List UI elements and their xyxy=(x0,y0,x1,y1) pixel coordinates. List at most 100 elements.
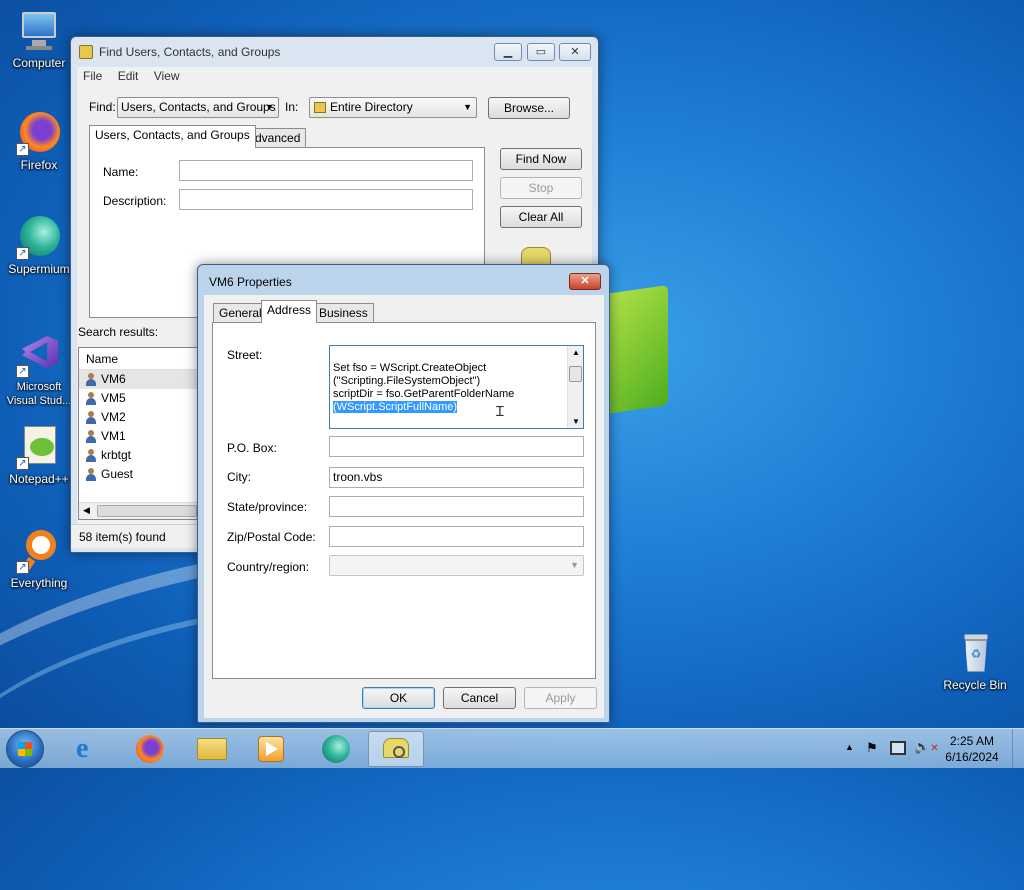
computer-icon xyxy=(16,8,62,54)
find-now-button[interactable]: Find Now xyxy=(500,148,582,170)
taskbar-supermium[interactable] xyxy=(308,731,364,767)
desktop-icon-recycle-bin[interactable]: ♻ Recycle Bin xyxy=(940,630,1010,692)
desktop-icon-everything[interactable]: ↗ Everything xyxy=(4,528,74,590)
clear-all-button[interactable]: Clear All xyxy=(500,206,582,228)
desktop-icon-firefox[interactable]: ↗ Firefox xyxy=(4,110,74,172)
desktop-icon-label: Computer xyxy=(12,56,66,70)
magnifier-icon xyxy=(393,746,405,758)
result-name: VM2 xyxy=(101,410,126,424)
scroll-down-icon[interactable]: ▼ xyxy=(572,417,580,426)
name-field[interactable] xyxy=(179,160,473,181)
country-combo[interactable]: ▼ xyxy=(329,555,584,576)
desktop-icon-visual-studio[interactable]: ↗ Microsoft Visual Stud... xyxy=(2,332,76,408)
zip-field[interactable] xyxy=(329,526,584,547)
scroll-left-icon[interactable]: ◀ xyxy=(83,505,90,516)
shortcut-arrow-icon: ↗ xyxy=(16,561,29,574)
find-window-menubar: File Edit View xyxy=(77,67,592,87)
folder-icon xyxy=(197,738,227,760)
clock-date: 6/16/2024 xyxy=(945,750,999,764)
user-icon xyxy=(85,373,96,386)
table-row[interactable]: Guest xyxy=(79,465,197,484)
volume-muted-icon[interactable]: 🔈✕ xyxy=(914,739,939,755)
cancel-button[interactable]: Cancel xyxy=(443,687,516,709)
in-label: In: xyxy=(285,100,299,114)
show-hidden-icons-icon[interactable]: ▲ xyxy=(845,742,854,752)
menu-edit[interactable]: Edit xyxy=(112,67,145,85)
desktop-icon-supermium[interactable]: ↗ Supermium xyxy=(4,214,74,276)
desktop-icon-computer[interactable]: Computer xyxy=(4,8,74,70)
tab-address[interactable]: Address xyxy=(261,300,318,323)
scrollbar-thumb[interactable] xyxy=(569,366,582,382)
taskbar-media-player[interactable] xyxy=(244,731,300,767)
desktop-icon-label: Firefox xyxy=(20,158,58,172)
find-type-combo[interactable]: Users, Contacts, and Groups ▼ xyxy=(117,97,279,118)
street-selected-text: (WScript.ScriptFullName) xyxy=(333,401,458,413)
horizontal-scrollbar[interactable]: ◀ xyxy=(79,502,197,519)
table-row[interactable]: VM5 xyxy=(79,389,197,408)
pobox-field[interactable] xyxy=(329,436,584,457)
shortcut-arrow-icon: ↗ xyxy=(16,457,29,470)
taskbar-firefox[interactable] xyxy=(122,731,178,767)
table-row[interactable]: VM1 xyxy=(79,427,197,446)
table-row[interactable]: VM2 xyxy=(79,408,197,427)
scroll-up-icon[interactable]: ▲ xyxy=(572,348,580,357)
visual-studio-icon: ↗ xyxy=(16,332,62,378)
street-textarea[interactable]: Set fso = WScript.CreateObject ("Scripti… xyxy=(329,345,584,429)
maximize-button[interactable]: ▭ xyxy=(527,43,555,61)
desktop-icon-label: Supermium xyxy=(8,262,70,276)
city-field[interactable]: troon.vbs xyxy=(329,467,584,488)
street-line: scriptDir = fso.GetParentFolderName xyxy=(333,388,515,400)
stop-button[interactable]: Stop xyxy=(500,177,582,199)
vertical-scrollbar[interactable]: ▲ ▼ xyxy=(567,346,583,428)
state-field[interactable] xyxy=(329,496,584,517)
start-button[interactable] xyxy=(6,730,44,768)
state-label: State/province: xyxy=(227,500,308,514)
menu-view[interactable]: View xyxy=(148,67,186,85)
taskbar: e ▲ ⚑ 🔈✕ 2:25 AM 6/16/2024 xyxy=(0,728,1024,769)
text-cursor-icon: Ɪ xyxy=(496,403,504,419)
close-button[interactable]: ✕ xyxy=(569,273,601,290)
close-button[interactable]: ✕ xyxy=(559,43,591,61)
result-name: VM6 xyxy=(101,372,126,386)
in-location-combo[interactable]: Entire Directory ▼ xyxy=(309,97,477,118)
supermium-icon xyxy=(322,735,350,763)
tab-business[interactable]: Business xyxy=(313,303,374,323)
desktop-icon-label: Recycle Bin xyxy=(943,678,1007,692)
desktop-icon-label: Microsoft Visual Stud... xyxy=(6,381,72,407)
taskbar-find-users[interactable] xyxy=(368,731,424,767)
shortcut-arrow-icon: ↗ xyxy=(16,143,29,156)
search-animation-icon xyxy=(521,247,551,265)
network-icon[interactable] xyxy=(890,741,906,755)
menu-file[interactable]: File xyxy=(77,67,108,85)
action-center-flag-icon[interactable]: ⚑ xyxy=(866,740,878,756)
find-window-titlebar[interactable]: Find Users, Contacts, and Groups ▁ ▭ ✕ xyxy=(71,37,598,67)
street-label: Street: xyxy=(227,348,263,362)
show-desktop-button[interactable] xyxy=(1012,729,1024,769)
ok-button[interactable]: OK xyxy=(362,687,435,709)
description-field[interactable] xyxy=(179,189,473,210)
table-row[interactable]: krbtgt xyxy=(79,446,197,465)
taskbar-file-explorer[interactable] xyxy=(184,731,240,767)
user-icon xyxy=(85,449,96,462)
properties-titlebar[interactable]: VM6 Properties ✕ xyxy=(198,265,609,295)
clock[interactable]: 2:25 AM 6/16/2024 xyxy=(938,733,1006,765)
street-line: ("Scripting.FileSystemObject") xyxy=(333,375,481,387)
properties-title: VM6 Properties xyxy=(209,275,292,289)
tab-general[interactable]: General xyxy=(213,303,268,323)
tab-users-contacts-groups[interactable]: Users, Contacts, and Groups xyxy=(89,125,256,148)
result-name: krbtgt xyxy=(101,448,132,462)
table-row[interactable]: VM6 xyxy=(79,370,197,389)
browse-button[interactable]: Browse... xyxy=(488,97,570,119)
items-found-status: 58 item(s) found xyxy=(79,530,166,544)
minimize-button[interactable]: ▁ xyxy=(494,43,522,61)
find-window-icon xyxy=(79,45,93,59)
desktop-icon-notepadpp[interactable]: ↗ Notepad++ xyxy=(4,424,74,486)
taskbar-internet-explorer[interactable]: e xyxy=(62,731,118,767)
play-icon xyxy=(266,742,278,756)
search-results-list[interactable]: Name VM6 VM5 VM2 VM1 krbtgt Guest ◀ xyxy=(78,347,198,520)
column-header-name[interactable]: Name xyxy=(79,348,197,370)
scrollbar-thumb[interactable] xyxy=(97,505,197,517)
apply-button[interactable]: Apply xyxy=(524,687,597,709)
shortcut-arrow-icon: ↗ xyxy=(16,247,29,260)
chevron-down-icon: ▼ xyxy=(265,102,274,112)
